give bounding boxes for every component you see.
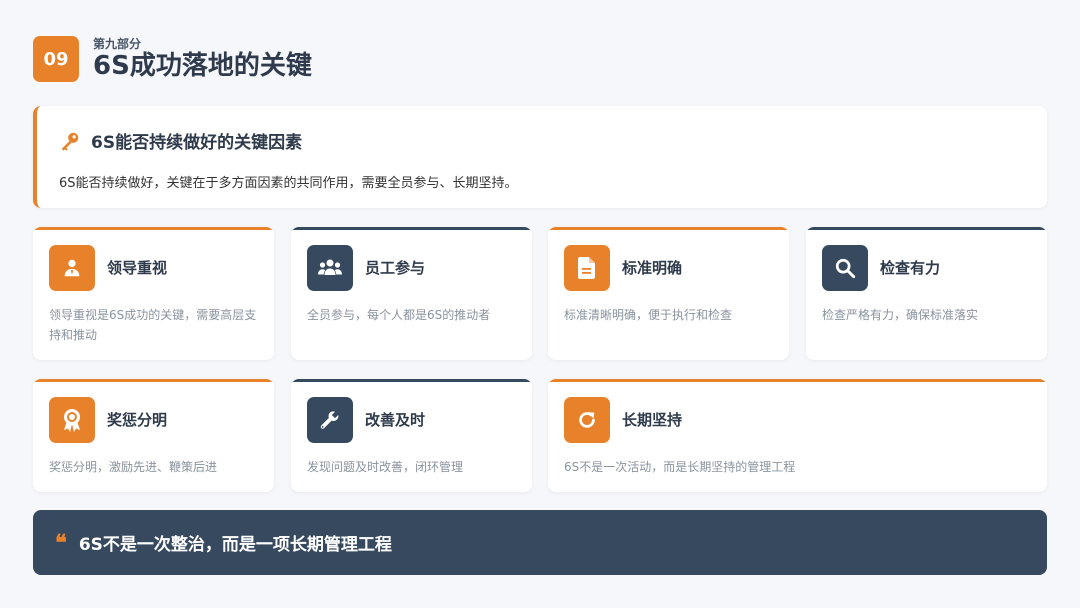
card-leadership: 领导重视 领导重视是6S成功的关键，需要高层支持和推动 — [33, 227, 274, 360]
card-long-term-persistence: 长期坚持 6S不是一次活动，而是长期坚持的管理工程 — [548, 379, 1047, 492]
quote-banner: ❝ 6S不是一次整治，而是一项长期管理工程 — [33, 510, 1047, 575]
search-icon — [822, 245, 868, 291]
card-description: 检查严格有力，确保标准落实 — [822, 308, 979, 322]
card-accent-bar — [33, 227, 274, 230]
award-icon — [49, 397, 95, 443]
intro-panel: 6S能否持续做好的关键因素 6S能否持续做好，关键在于多方面因素的共同作用，需要… — [33, 106, 1047, 208]
card-accent-bar — [806, 227, 1047, 230]
card-description: 6S不是一次活动，而是长期坚持的管理工程 — [564, 460, 796, 474]
card-clear-standards: 标准明确 标准清晰明确，便于执行和检查 — [548, 227, 789, 360]
card-accent-bar — [33, 379, 274, 382]
section-number-badge: 09 — [33, 36, 79, 82]
card-accent-bar — [548, 379, 1047, 382]
card-accent-bar — [548, 227, 789, 230]
card-title: 奖惩分明 — [107, 411, 168, 429]
card-title: 领导重视 — [107, 259, 168, 277]
card-title: 检查有力 — [880, 259, 941, 277]
quote-text: 6S不是一次整治，而是一项长期管理工程 — [78, 535, 392, 555]
document-icon — [564, 245, 610, 291]
section-label: 第九部分 — [93, 37, 142, 51]
card-rewards-penalties: 奖惩分明 奖惩分明，激励先进、鞭策后进 — [33, 379, 274, 492]
key-icon — [59, 130, 81, 152]
people-group-icon — [307, 245, 353, 291]
person-tie-icon — [49, 245, 95, 291]
quote-icon: ❝ — [55, 529, 67, 556]
card-description: 全员参与，每个人都是6S的推动者 — [307, 308, 491, 322]
intro-body: 6S能否持续做好，关键在于多方面因素的共同作用，需要全员参与、长期坚持。 — [59, 176, 518, 191]
card-title: 员工参与 — [365, 259, 426, 277]
card-description: 奖惩分明，激励先进、鞭策后进 — [49, 460, 218, 474]
wrench-icon — [307, 397, 353, 443]
redo-icon — [564, 397, 610, 443]
card-description: 领导重视是6S成功的关键，需要高层支持和推动 — [49, 308, 257, 342]
card-employee-participation: 员工参与 全员参与，每个人都是6S的推动者 — [291, 227, 532, 360]
page-title: 6S成功落地的关键 — [93, 51, 312, 81]
card-accent-bar — [291, 227, 532, 230]
header-text: 第九部分 6S成功落地的关键 — [93, 37, 312, 81]
intro-title-row: 6S能否持续做好的关键因素 — [59, 128, 302, 153]
card-accent-bar — [291, 379, 532, 382]
card-title: 标准明确 — [622, 259, 683, 277]
card-description: 标准清晰明确，便于执行和检查 — [564, 308, 733, 322]
intro-title: 6S能否持续做好的关键因素 — [91, 133, 303, 153]
section-header: 09 第九部分 6S成功落地的关键 — [33, 36, 312, 82]
card-effective-inspection: 检查有力 检查严格有力，确保标准落实 — [806, 227, 1047, 360]
card-title: 改善及时 — [365, 411, 426, 429]
card-timely-improvement: 改善及时 发现问题及时改善，闭环管理 — [291, 379, 532, 492]
card-description: 发现问题及时改善，闭环管理 — [307, 460, 464, 474]
card-title: 长期坚持 — [622, 411, 683, 429]
